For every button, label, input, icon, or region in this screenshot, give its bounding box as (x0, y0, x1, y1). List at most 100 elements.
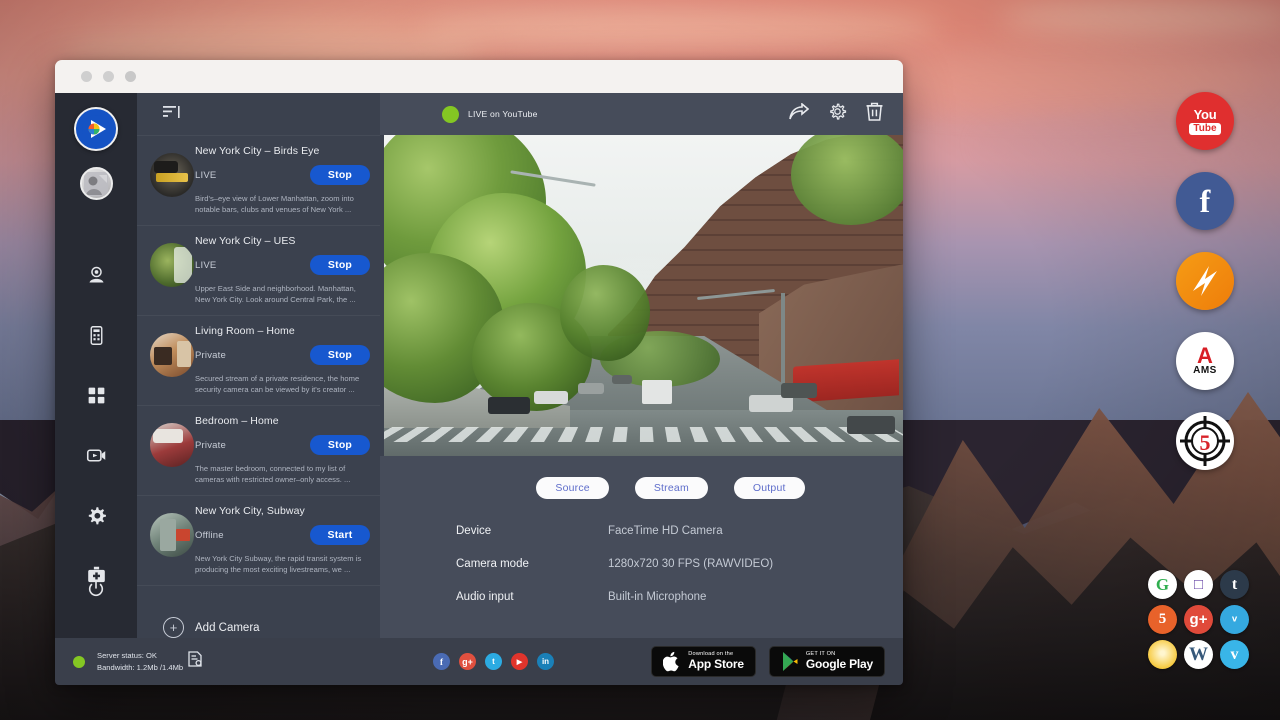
tumblr-icon[interactable]: t (1220, 570, 1249, 599)
detail-key: Camera mode (456, 558, 608, 570)
google-play-label: Google Play (806, 658, 873, 671)
tab-stream[interactable]: Stream (635, 477, 708, 499)
youtube-desktop-icon[interactable]: You Tube (1176, 92, 1234, 150)
vimeo-icon[interactable]: v (1220, 640, 1249, 669)
sun-icon[interactable] (1148, 640, 1177, 669)
tab-source[interactable]: Source (536, 477, 608, 499)
camera-action-button[interactable]: Stop (310, 165, 370, 185)
youtube-icon-top: You (1194, 108, 1217, 121)
camera-title: New York City – Birds Eye (195, 145, 370, 157)
live-status-label: LIVE on YouTube (468, 109, 538, 119)
vimeo-glyph: v (1231, 646, 1239, 664)
desktop-icon-column: You Tube f A AMS 5 (1176, 92, 1242, 492)
googleplus-icon[interactable]: g+ (1184, 605, 1213, 634)
facebook-desktop-icon[interactable]: f (1176, 172, 1234, 230)
twitch-icon[interactable]: □ (1184, 570, 1213, 599)
detail-tabs: Source Stream Output (380, 456, 903, 499)
list-item[interactable]: Bedroom – Home Private Stop The master b… (137, 406, 380, 496)
facebook-icon[interactable]: f (433, 653, 450, 670)
ams-label: AMS (1193, 365, 1217, 376)
device-list-icon (86, 325, 107, 346)
camera-description: The master bedroom, connected to my list… (195, 463, 370, 485)
wordpress-glyph: W (1189, 644, 1208, 666)
detail-key: Device (456, 525, 608, 537)
five-icon[interactable]: 5 (1148, 605, 1177, 634)
facebook-glyph: f (1200, 183, 1211, 220)
linkedin-icon[interactable]: in (537, 653, 554, 670)
camera-description: Upper East Side and neighborhood. Manhat… (195, 283, 370, 305)
sort-icon[interactable] (163, 105, 180, 124)
server-status-line: Server status: OK (97, 650, 183, 661)
app-store-badge[interactable]: Download on the App Store (651, 646, 756, 677)
adobe-ams-desktop-icon[interactable]: A AMS (1176, 332, 1234, 390)
sidebar-item-settings[interactable] (76, 490, 116, 540)
camera-thumbnail (150, 153, 194, 197)
sidebar-item-apps[interactable] (76, 370, 116, 420)
camera-state: Private (195, 350, 226, 361)
detail-value: 1280x720 30 FPS (RAWVIDEO) (608, 558, 773, 570)
sidebar-item-devices[interactable] (76, 310, 116, 360)
app-body: New York City – Birds Eye LIVE Stop Bird… (55, 93, 903, 638)
app-logo[interactable] (74, 107, 118, 151)
camera-thumbnail (150, 333, 194, 377)
status-badge (442, 106, 459, 123)
wordpress-icon[interactable]: W (1184, 640, 1213, 669)
camera-description: Secured stream of a private residence, t… (195, 373, 370, 395)
target-five-desktop-icon[interactable]: 5 (1176, 412, 1234, 470)
log-button[interactable] (188, 651, 202, 672)
window-close-button[interactable] (81, 71, 92, 82)
add-camera-button[interactable]: + Add Camera (137, 595, 380, 638)
desktop-icon-grid: G □ t 5 g+ ᵛ W v (1145, 567, 1252, 672)
camera-list-panel: New York City – Birds Eye LIVE Stop Bird… (137, 93, 380, 638)
list-item[interactable]: New York City – Birds Eye LIVE Stop Bird… (137, 135, 380, 226)
camera-thumbnail (150, 243, 194, 287)
camera-state: Private (195, 440, 226, 451)
google-play-badge[interactable]: GET IT ON Google Play (769, 646, 885, 677)
crosshair-icon: 5 (1178, 414, 1232, 468)
video-preview[interactable] (380, 135, 903, 456)
camera-action-button[interactable]: Stop (310, 255, 370, 275)
detail-key: Audio input (456, 591, 608, 603)
document-log-icon (188, 651, 202, 667)
plus-icon: + (163, 617, 184, 638)
detail-value: Built-in Microphone (608, 591, 706, 603)
tab-output[interactable]: Output (734, 477, 805, 499)
wowza-desktop-icon[interactable] (1176, 252, 1234, 310)
camera-thumbnail (150, 513, 194, 557)
sidebar-item-cameras[interactable] (76, 250, 116, 300)
detail-row: Camera mode 1280x720 30 FPS (RAWVIDEO) (456, 558, 903, 570)
adobe-a-glyph: A (1197, 346, 1213, 366)
apple-icon (663, 651, 681, 672)
footer-social-links: f g+ t ▶ in (433, 653, 554, 670)
camera-action-button[interactable]: Start (310, 525, 370, 545)
camera-title: Bedroom – Home (195, 415, 370, 427)
list-item[interactable]: New York City – UES LIVE Stop Upper East… (137, 226, 380, 316)
user-avatar[interactable] (80, 167, 113, 200)
googleplus-icon[interactable]: g+ (459, 653, 476, 670)
window-minimize-button[interactable] (103, 71, 114, 82)
g-icon[interactable]: G (1148, 570, 1177, 599)
settings-button[interactable] (828, 102, 847, 126)
twitter-icon[interactable]: t (485, 653, 502, 670)
camera-state: Offline (195, 530, 224, 541)
twitter-icon[interactable]: ᵛ (1220, 605, 1249, 634)
sidebar-item-player[interactable] (76, 430, 116, 480)
power-button[interactable] (76, 564, 116, 614)
share-icon (789, 103, 809, 120)
google-play-icon (781, 651, 799, 672)
camera-action-button[interactable]: Stop (310, 345, 370, 365)
camera-action-button[interactable]: Stop (310, 435, 370, 455)
camera-list: New York City – Birds Eye LIVE Stop Bird… (137, 135, 380, 595)
list-item[interactable]: New York City, Subway Offline Start New … (137, 496, 380, 586)
main-topbar: LIVE on YouTube (380, 93, 903, 135)
camera-description: New York City Subway, the rapid transit … (195, 553, 370, 575)
gear-icon (86, 505, 107, 526)
share-button[interactable] (789, 103, 809, 125)
youtube-icon[interactable]: ▶ (511, 653, 528, 670)
sidebar-rail (55, 93, 137, 638)
list-item[interactable]: Living Room – Home Private Stop Secured … (137, 316, 380, 406)
avatar-photo-icon (83, 171, 109, 197)
window-maximize-button[interactable] (125, 71, 136, 82)
delete-button[interactable] (866, 102, 883, 126)
camera-list-header (137, 93, 380, 135)
